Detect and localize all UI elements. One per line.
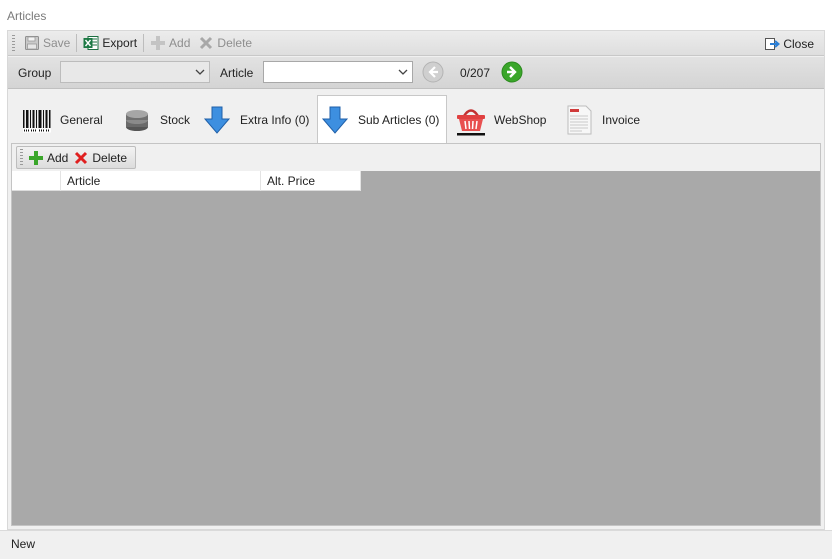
- previous-record-button[interactable]: [422, 61, 444, 83]
- sub-articles-toolbar: Add Delete: [12, 144, 820, 171]
- database-icon: [126, 110, 148, 131]
- tab-stock[interactable]: Stock: [120, 97, 200, 143]
- add-button-label: Add: [169, 36, 191, 50]
- status-text: New: [11, 537, 36, 551]
- tab-webshop[interactable]: WebShop: [454, 97, 558, 143]
- filter-bar: Group Article 0/207: [8, 57, 824, 89]
- tab-extra-info-label: Extra Info (0): [240, 113, 310, 127]
- save-button-label: Save: [43, 36, 71, 50]
- plus-icon: [29, 150, 43, 165]
- chevron-down-icon: [195, 69, 205, 75]
- tab-general[interactable]: General: [20, 97, 120, 143]
- toolbar-grip[interactable]: [20, 149, 23, 166]
- sub-add-button-label: Add: [47, 150, 69, 165]
- excel-icon: [83, 36, 99, 50]
- tab-sub-articles-label: Sub Articles (0): [358, 113, 440, 127]
- invoice-icon: [567, 105, 592, 135]
- grid-header-row-selector[interactable]: [12, 171, 61, 191]
- window-title: Articles: [0, 0, 832, 30]
- record-counter: 0/207: [460, 66, 491, 80]
- save-icon: [25, 36, 39, 50]
- barcode-icon: [23, 110, 51, 133]
- sub-articles-toolstrip: Add Delete: [16, 146, 136, 169]
- delete-x-icon: [75, 151, 88, 164]
- close-button-label: Close: [783, 36, 814, 51]
- tab-invoice-label: Invoice: [602, 113, 641, 127]
- tab-extra-info[interactable]: Extra Info (0): [200, 97, 317, 143]
- toolbar-separator: [143, 34, 145, 52]
- toolbar-grip[interactable]: [12, 34, 15, 52]
- tab-stock-label: Stock: [160, 113, 191, 127]
- plus-icon: [151, 36, 166, 50]
- delete-button-label: Delete: [217, 36, 253, 50]
- tab-strip: General Stock Extra Info (0) Sub Article…: [8, 95, 824, 144]
- export-button[interactable]: Export: [79, 33, 141, 54]
- arrow-down-icon: [203, 106, 231, 134]
- tab-invoice[interactable]: Invoice: [562, 97, 662, 143]
- sub-add-button[interactable]: Add: [28, 147, 71, 168]
- delete-x-icon: [200, 36, 213, 50]
- chevron-down-icon: [398, 69, 408, 75]
- sub-delete-button-label: Delete: [92, 150, 128, 165]
- tab-webshop-label: WebShop: [494, 113, 547, 127]
- toolbar-separator: [76, 34, 78, 52]
- sub-delete-button[interactable]: Delete: [71, 147, 129, 168]
- tab-general-label: General: [60, 113, 103, 127]
- sub-articles-grid-header: Article Alt. Price: [12, 171, 361, 191]
- delete-button[interactable]: Delete: [194, 33, 256, 54]
- article-label: Article: [220, 66, 254, 80]
- sub-articles-panel: Add Delete Article Alt. Price: [11, 143, 821, 526]
- group-select[interactable]: [60, 61, 210, 83]
- grid-header-alt-price[interactable]: Alt. Price: [261, 171, 361, 191]
- save-button[interactable]: Save: [20, 33, 74, 54]
- close-button[interactable]: Close: [760, 33, 818, 54]
- basket-icon: [457, 109, 485, 136]
- arrow-down-icon: [321, 106, 349, 134]
- main-toolbar: Save Export Add Delete Close: [8, 31, 824, 56]
- next-record-button[interactable]: [501, 61, 523, 83]
- grid-header-article[interactable]: Article: [61, 171, 261, 191]
- tab-sub-articles[interactable]: Sub Articles (0): [317, 95, 447, 144]
- exit-icon: [765, 37, 781, 50]
- main-frame: Save Export Add Delete Close Group Artic…: [7, 30, 825, 530]
- article-select[interactable]: [263, 61, 413, 83]
- add-button[interactable]: Add: [146, 33, 194, 54]
- group-label: Group: [18, 66, 52, 80]
- status-bar: New: [0, 530, 832, 559]
- export-button-label: Export: [102, 36, 138, 50]
